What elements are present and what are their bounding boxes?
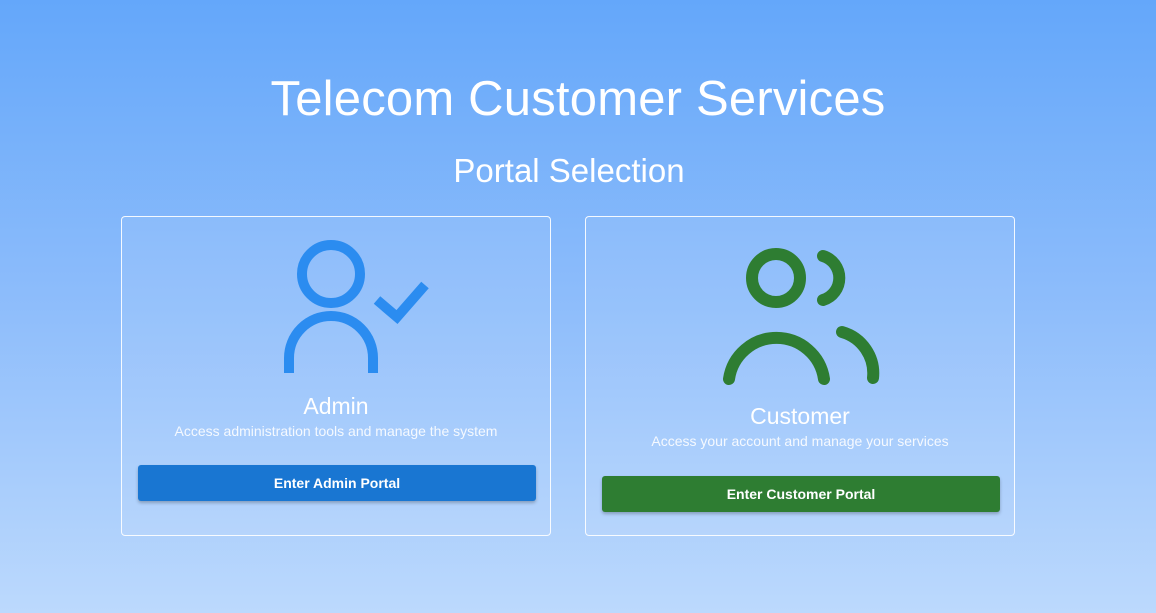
customer-card-title: Customer [750, 403, 850, 429]
enter-admin-portal-button[interactable]: Enter Admin Portal [138, 465, 536, 501]
customer-card-description: Access your account and manage your serv… [651, 433, 949, 449]
admin-user-check-icon [284, 240, 429, 373]
admin-card-description: Access administration tools and manage t… [174, 423, 498, 439]
enter-customer-portal-button[interactable]: Enter Customer Portal [602, 476, 1000, 512]
customers-group-icon [723, 248, 880, 385]
page-subtitle: Portal Selection [453, 152, 685, 189]
page-title: Telecom Customer Services [270, 72, 886, 126]
admin-card-title: Admin [303, 393, 369, 419]
